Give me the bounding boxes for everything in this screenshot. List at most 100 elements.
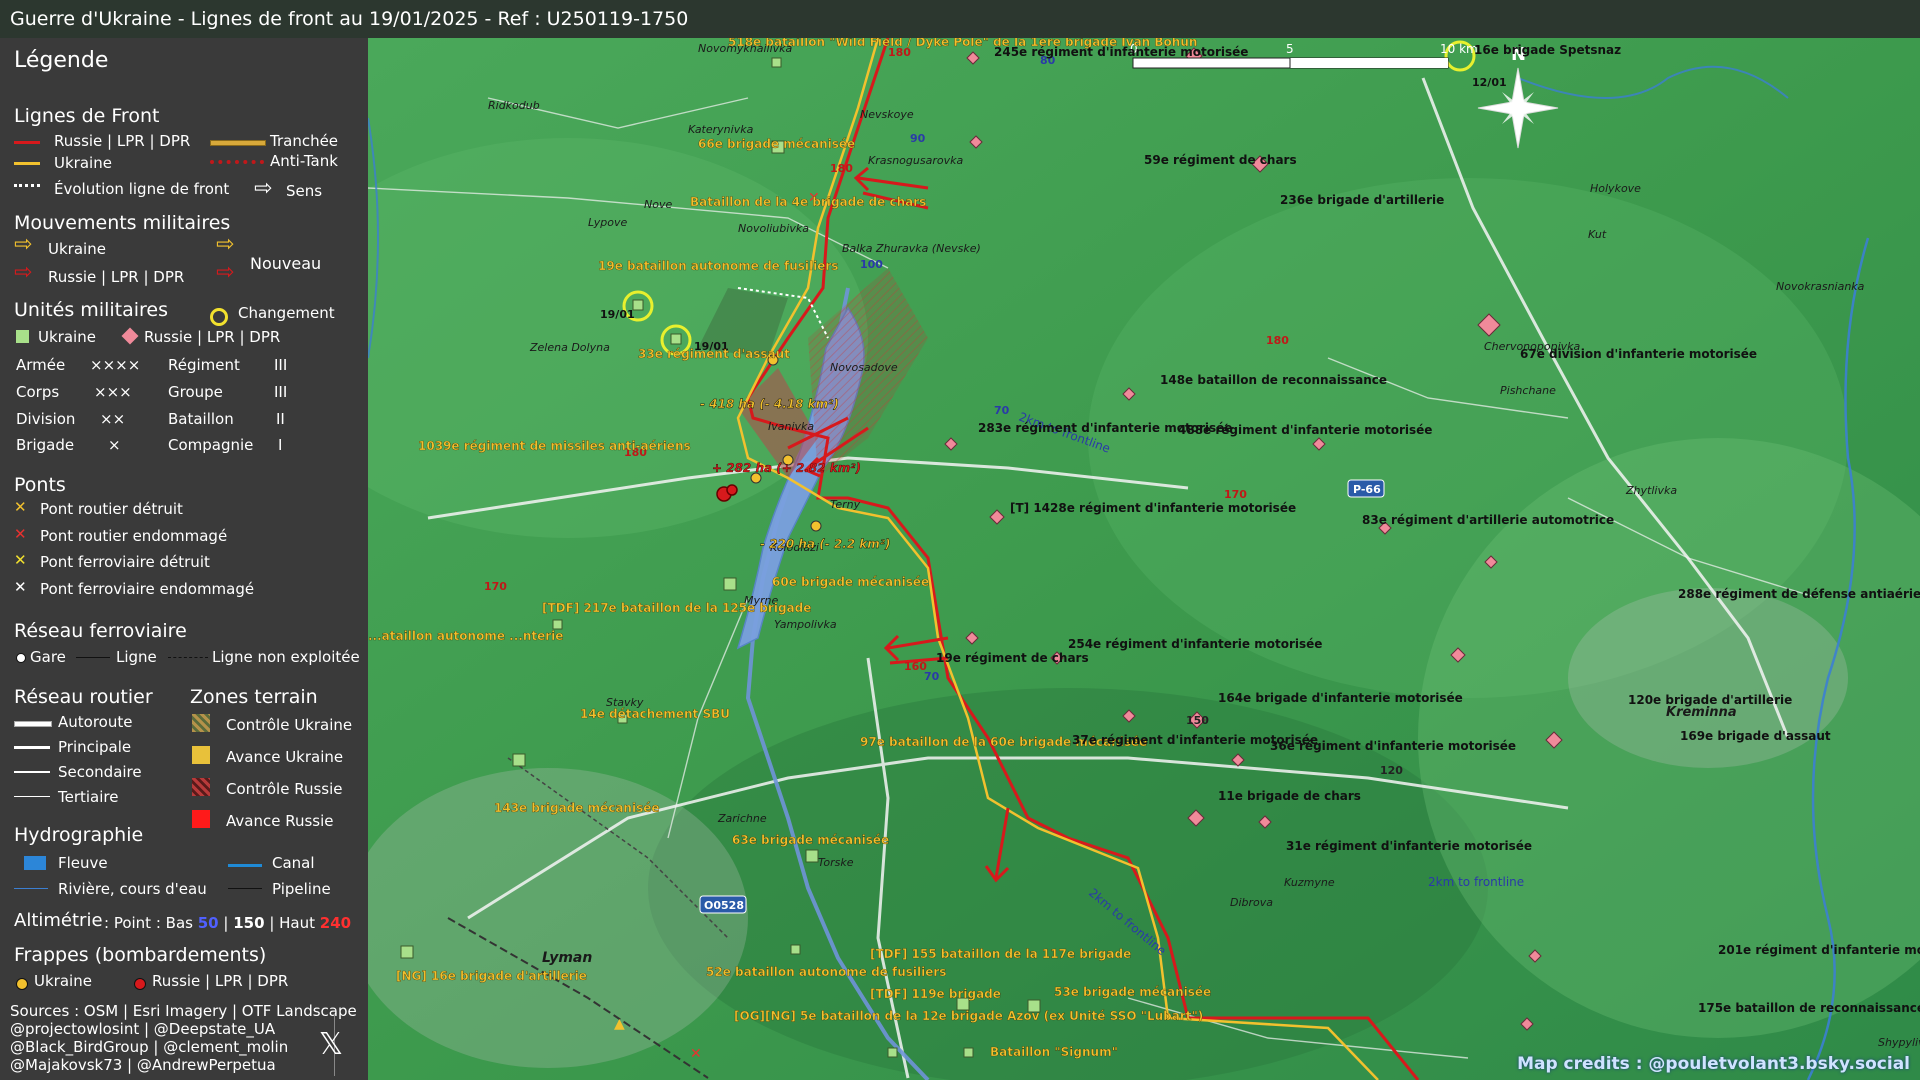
place-label: Katerynivka — [688, 123, 754, 136]
map-canvas[interactable]: ✕ ✕ ▲ 0 5 10 km N P-66 O0528 Novomykhail… — [368, 38, 1920, 1080]
unit-label: [TDF] 217e bataillon de la 125e brigade — [542, 601, 811, 615]
units-ukraine-label: Ukraine — [38, 328, 96, 346]
bridge-label: Pont routier détruit — [40, 500, 183, 518]
place-label: Novosadove — [830, 361, 898, 374]
altimetry-high: 240 — [319, 914, 352, 932]
ukraine-line-swatch — [14, 162, 40, 165]
unit-size-company: Compagnie — [168, 436, 254, 454]
units-heading: Unités militaires — [14, 299, 169, 321]
movements-heading: Mouvements militaires — [14, 212, 231, 234]
legend-title: Légende — [14, 48, 109, 73]
place-label: Lyman — [542, 950, 592, 966]
road-label: Secondaire — [58, 763, 142, 781]
altitude-label: 120 — [1380, 764, 1403, 777]
unit-size-company-symbol: I — [278, 436, 283, 454]
unit-size-battalion: Bataillon — [168, 410, 234, 428]
zones-heading: Zones terrain — [190, 686, 318, 708]
svg-text:P-66: P-66 — [1353, 483, 1381, 496]
evolution-line-swatch — [14, 184, 40, 187]
place-label: Pishchane — [1500, 384, 1556, 397]
movement-ukraine-label: Ukraine — [48, 240, 106, 258]
place-label: Ridkodub — [488, 99, 540, 112]
highway-swatch — [14, 721, 52, 727]
unit-label: 19e régiment de chars — [936, 651, 1089, 665]
pipeline-label: Pipeline — [272, 880, 331, 898]
tertiary-road-swatch — [14, 796, 50, 797]
place-label: Dibrova — [1230, 896, 1273, 909]
unit-size-division: Division — [16, 410, 76, 428]
altitude-label: 70 — [994, 404, 1010, 417]
zone-label: Contrôle Ukraine — [226, 716, 353, 734]
unit-size-corps-symbol: ××× — [94, 383, 132, 401]
place-label: Shypylivka — [1878, 1036, 1920, 1049]
zone-label: Contrôle Russie — [226, 780, 343, 798]
unit-label: 488e régiment d'infanterie motorisée — [1178, 423, 1432, 437]
unit-label: 288e régiment de défense antiaérienne — [1678, 587, 1920, 601]
ukraine-arrow-icon: ⇨ — [14, 232, 33, 257]
unit-label: 63e brigade mécanisée — [732, 833, 889, 847]
antitank-swatch — [210, 160, 264, 164]
unit-size-group: Groupe — [168, 383, 223, 401]
road-bridge-destroyed-icon: ✕ — [14, 498, 27, 516]
russia-unit-icon — [121, 327, 139, 345]
unit-label: [OG][NG] 5e bataillon de la 12e brigade … — [734, 1009, 1203, 1023]
change-label: Changement — [238, 304, 335, 322]
pipeline-swatch — [228, 888, 262, 889]
road-bridge-damaged-icon: ✕ — [14, 525, 27, 543]
russia-line-swatch — [14, 141, 40, 144]
unit-label: 66e brigade mécanisée — [698, 137, 855, 151]
trench-swatch — [210, 140, 266, 146]
distance-label: 2km to frontline — [1428, 875, 1524, 889]
place-label: Ivanivka — [768, 420, 814, 433]
scale-label-5: 5 — [1286, 42, 1294, 56]
unit-label: 148e bataillon de reconnaissance — [1160, 373, 1387, 387]
unit-label: 83e régiment d'artillerie automotrice — [1362, 513, 1614, 527]
place-label: Balka Zhuravka (Nevske) — [842, 242, 981, 255]
strike-ukraine-label: Ukraine — [34, 972, 92, 990]
unit-label: [TDF] 119e brigade — [870, 987, 1001, 1001]
altimetry-text: : Point : Bas 50 | 150 | Haut 240 — [104, 914, 352, 932]
source-line: @Majakovsk73 | @AndrewPerpetua — [10, 1056, 276, 1074]
station-label: Gare — [30, 648, 66, 666]
frontlines-heading: Lignes de Front — [14, 105, 160, 127]
unit-label: 164e brigade d'infanterie motorisée — [1218, 691, 1463, 705]
frontline-evolution-label: Évolution ligne de front — [54, 180, 230, 198]
source-line: Sources : OSM | Esri Imagery | OTF Lands… — [10, 1002, 357, 1020]
svg-text:O0528: O0528 — [704, 899, 744, 912]
unit-size-brigade: Brigade — [16, 436, 75, 454]
map-title: Guerre d'Ukraine - Lignes de front au 19… — [0, 0, 1920, 38]
unit-label: [TDF] 155 bataillon de la 117e brigade — [870, 947, 1131, 961]
area-change-label: - 418 ha (- 4.18 km²) — [700, 397, 839, 411]
bridge-label: Pont ferroviaire endommagé — [40, 580, 255, 598]
altitude-label: 150 — [1186, 714, 1209, 727]
place-label: Kreminna — [1666, 705, 1737, 720]
altitude-label: 180 — [1266, 334, 1289, 347]
bridge-label: Pont routier endommagé — [40, 527, 228, 545]
place-label: Yampolivka — [774, 618, 837, 631]
place-label: Zarichne — [717, 812, 767, 825]
map-svg[interactable]: ✕ ✕ ▲ 0 5 10 km N P-66 O0528 Novomykhail… — [368, 38, 1920, 1080]
x-logo-icon[interactable]: 𝕏 — [316, 1030, 346, 1060]
map-credit[interactable]: Map credits : @pouletvolant3.bsky.social — [1517, 1054, 1910, 1074]
unit-size-regiment-symbol: III — [274, 356, 288, 374]
date-label: 19/01 — [600, 308, 635, 321]
unit-label: 201e régiment d'infanterie motorisée — [1718, 943, 1920, 957]
zone-swatch-russia-control — [192, 778, 210, 796]
new-russia-arrow-icon: ⇨ — [216, 260, 235, 285]
unit-label: ...ataillon autonome ...nterie — [368, 629, 563, 643]
altitude-label: 100 — [860, 258, 883, 271]
unit-label: 53e brigade mécanisée — [1054, 985, 1211, 999]
change-circle-icon — [210, 308, 228, 326]
unit-label: 254e régiment d'infanterie motorisée — [1068, 637, 1322, 651]
place-label: Torske — [818, 856, 854, 869]
unit-label: 60e brigade mécanisée — [772, 575, 929, 589]
unit-label: 19e bataillon autonome de fusiliers — [598, 259, 838, 273]
unit-label: 14e détachement SBU — [580, 707, 730, 721]
unit-size-brigade-symbol: × — [108, 436, 121, 454]
place-label: Kut — [1588, 228, 1607, 241]
strike-russia-icon — [134, 978, 146, 990]
stream-swatch — [14, 888, 48, 889]
hydro-heading: Hydrographie — [14, 824, 144, 846]
direction-arrow-icon: ⇨ — [254, 176, 273, 201]
source-line: @projectowlosint | @Deepstate_UA — [10, 1020, 276, 1038]
